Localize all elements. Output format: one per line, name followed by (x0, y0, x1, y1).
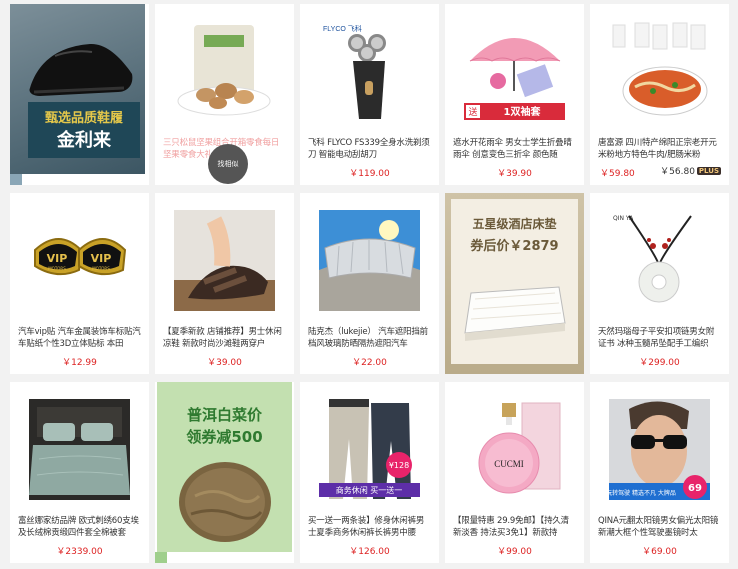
banner-line2: 券后价￥2879 (470, 239, 559, 254)
product-title[interactable]: 买一送一两条装】修身休闲裤男士夏季商务休闲裤长裤男中腰 (308, 515, 431, 539)
banner-card-tea[interactable]: 普洱白菜价 领券减500 (155, 382, 294, 563)
svg-text:MOTORS: MOTORS (48, 266, 66, 271)
product-card-noodles[interactable]: 唐富源 四川特产绵阳正宗老开元米粉地方特色牛肉/肥肠米粉 ￥59.80 ￥56.… (590, 4, 729, 185)
product-image: ¥128 商务休闲 买一送一 (319, 399, 420, 500)
svg-text:商务休闲 买一送一: 商务休闲 买一送一 (336, 485, 403, 495)
product-price: ￥12.99 (62, 358, 97, 368)
product-card-sandals[interactable]: 【夏季新款 店铺推荐】男士休闲凉鞋 新款时尚沙滩鞋两穿户 ￥39.00 (155, 193, 294, 374)
product-card-umbrella[interactable]: 送 1双袖套 遮水开花雨伞 男女士学生折叠晴雨伞 创意变色三折伞 颜色随 ￥39… (445, 4, 584, 185)
umbrella-icon: 送 1双袖套 (464, 38, 565, 120)
necklace-icon: QIN YA (613, 215, 692, 303)
product-price: ￥99.00 (497, 547, 532, 557)
product-title[interactable]: 遮水开花雨伞 男女士学生折叠晴雨伞 创意变色三折伞 颜色随 (453, 137, 576, 161)
product-image: 送 1双袖套 (464, 21, 565, 122)
product-price: ￥22.00 (352, 358, 387, 368)
svg-text:CUCMI: CUCMI (494, 459, 524, 469)
tea-cake-icon (179, 462, 271, 542)
banner-line1: 普洱白菜价 (186, 406, 262, 424)
pants-icon: ¥128 商务休闲 买一送一 (319, 399, 420, 499)
sandal-icon (174, 210, 275, 311)
shoe-icon (29, 43, 133, 96)
banner-card-mattress[interactable]: 五星级酒店床垫 券后价￥2879 (445, 193, 584, 374)
plus-price: ￥56.80 PLUS (660, 164, 721, 177)
product-image: FLYCO 飞科 (319, 21, 420, 122)
product-card-bedding[interactable]: 富丝娜家纺品牌 欧式刺绣60支埃及长绒棉贡缎四件套全棉被套 ￥2339.00 (10, 382, 149, 563)
product-card-perfume[interactable]: CUCMI 【限量特惠 29.9免邮】【持久清新淡香 持法买3免1】新款持 ￥9… (445, 382, 584, 563)
plus-price-value: ￥56.80 (660, 167, 695, 177)
product-image: 玩转驾驶 精选不凡 大牌品 69 (609, 399, 710, 500)
bedding-icon (29, 399, 130, 500)
svg-text:MOTORS: MOTORS (92, 266, 110, 271)
razor-icon: FLYCO 飞科 (323, 24, 386, 119)
product-title[interactable]: 富丝娜家纺品牌 欧式刺绣60支埃及长绒棉贡缎四件套全棉被套 (18, 515, 141, 539)
product-card-sunshade[interactable]: 陆克杰（lukejie） 汽车遮阳挡前档风玻璃防晒隔热遮阳汽车 ￥22.00 (300, 193, 439, 374)
product-title[interactable]: 飞科 FLYCO FS339全身水洗剃须刀 智能电动刮胡刀 (308, 137, 431, 161)
product-card-razor[interactable]: FLYCO 飞科 飞科 FLYCO FS339全身水洗剃须刀 智能电动刮胡刀 ￥… (300, 4, 439, 185)
product-image: VIP VIP MOTORS MOTORS (29, 210, 130, 311)
product-card-necklace[interactable]: QIN YA 天然玛瑙母子平安扣项链男女附证书 冰种玉髓吊坠配手工编织 ￥299… (590, 193, 729, 374)
product-title[interactable]: 天然玛瑙母子平安扣项链男女附证书 冰种玉髓吊坠配手工编织 (598, 326, 721, 350)
perfume-icon: CUCMI (478, 402, 561, 494)
product-image (319, 210, 420, 311)
product-title[interactable]: 【限量特惠 29.9免邮】【持久清新淡香 持法买3免1】新款持 (453, 515, 576, 539)
svg-text:FLYCO 飞科: FLYCO 飞科 (323, 24, 362, 33)
product-card-nuts[interactable]: 三只松鼠坚果组合开箱零食每日坚果零食大礼包 找相似 (155, 4, 294, 185)
product-card-vip-badge[interactable]: VIP VIP MOTORS MOTORS 汽车vip贴 汽车金属装饰车标贴汽车… (10, 193, 149, 374)
vip-badge-icon: VIP VIP MOTORS MOTORS (34, 238, 127, 276)
product-grid: 甄选品质鞋履 金利来 三只松鼠坚果组合开箱零食每日坚果零食大礼包 找相似 FLY… (0, 0, 738, 569)
mattress-icon (464, 286, 566, 341)
plus-badge: PLUS (696, 166, 721, 175)
product-price: ￥2339.00 (56, 547, 103, 557)
product-price: ￥39.00 (207, 358, 242, 368)
product-image (174, 210, 275, 311)
product-title[interactable]: 陆克杰（lukejie） 汽车遮阳挡前档风玻璃防晒隔热遮阳汽车 (308, 326, 431, 350)
product-title[interactable]: 唐富源 四川特产绵阳正宗老开元米粉地方特色牛肉/肥肠米粉 (598, 137, 721, 161)
svg-text:玩转驾驶 精选不凡 大牌品: 玩转驾驶 精选不凡 大牌品 (609, 489, 676, 497)
svg-text:送: 送 (468, 106, 477, 118)
product-image: CUCMI (464, 399, 565, 500)
product-image (174, 21, 275, 122)
banner-line2: 领券减500 (186, 428, 263, 446)
noodles-icon (612, 22, 708, 116)
product-image: QIN YA (609, 210, 710, 311)
product-price: ￥69.00 (642, 547, 677, 557)
banner-card-goldlion[interactable]: 甄选品质鞋履 金利来 (10, 4, 149, 185)
product-title[interactable]: QINA元翻太阳镜男女偏光太阳镜 新潮大框个性驾驶墨镜时太 (598, 515, 721, 539)
banner-line1: 五星级酒店床垫 (472, 217, 557, 231)
svg-text:69: 69 (688, 483, 702, 494)
svg-text:VIP: VIP (91, 252, 112, 265)
product-image (29, 399, 130, 500)
product-title[interactable]: 汽车vip贴 汽车金属装饰车标贴汽车贴纸个性3D立体贴标 本田 (18, 326, 141, 350)
svg-text:1双袖套: 1双袖套 (504, 105, 542, 118)
product-title[interactable]: 【夏季新款 店铺推荐】男士休闲凉鞋 新款时尚沙滩鞋两穿户 (163, 326, 286, 350)
product-card-pants[interactable]: ¥128 商务休闲 买一送一 买一送一两条装】修身休闲裤男士夏季商务休闲裤长裤男… (300, 382, 439, 563)
sunshade-icon (319, 210, 420, 311)
product-price: ￥39.90 (497, 169, 532, 179)
nuts-icon (177, 25, 271, 116)
product-image (609, 21, 710, 122)
product-price: ￥126.00 (349, 547, 390, 557)
svg-text:¥128: ¥128 (389, 461, 409, 470)
svg-text:VIP: VIP (47, 252, 68, 265)
product-card-sunglasses[interactable]: 玩转驾驶 精选不凡 大牌品 69 QINA元翻太阳镜男女偏光太阳镜 新潮大框个性… (590, 382, 729, 563)
sunglasses-icon: 玩转驾驶 精选不凡 大牌品 69 (609, 399, 710, 500)
banner-line1: 甄选品质鞋履 (44, 111, 123, 126)
banner-line2: 金利来 (57, 130, 111, 151)
find-similar-button[interactable]: 找相似 (208, 144, 248, 184)
product-price: ￥119.00 (349, 169, 390, 179)
product-price: ￥299.00 (639, 358, 680, 368)
